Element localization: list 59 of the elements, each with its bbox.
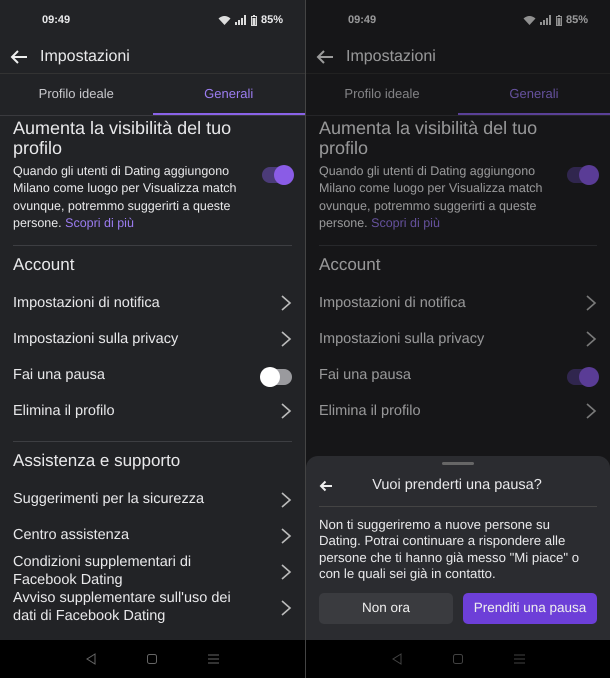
chevron-right-icon[interactable]: [280, 526, 292, 545]
battery-icon: [556, 14, 562, 26]
menu-item[interactable]: Elimina il profilo: [13, 402, 115, 420]
wifi-icon: [218, 15, 231, 25]
setting-label: Fai una pausa: [319, 366, 411, 384]
back-icon[interactable]: [86, 653, 96, 665]
section-heading: Account: [319, 254, 382, 276]
menu-item[interactable]: Impostazioni di notifica: [13, 294, 160, 312]
signal-icon: [540, 15, 552, 25]
setting-label: Fai una pausa: [13, 366, 105, 384]
cancel-button[interactable]: Non ora: [319, 592, 453, 624]
chevron-right-icon[interactable]: [585, 294, 597, 312]
battery-icon: [250, 14, 257, 26]
battery-percent: 85%: [260, 12, 283, 28]
section-heading: Assistenza e supporto: [13, 450, 182, 472]
menu-item[interactable]: Elimina il profilo: [319, 402, 421, 420]
menu-item[interactable]: Centro assistenza: [13, 527, 130, 545]
page-title: Impostazioni: [346, 46, 436, 66]
menu-item[interactable]: Condizioni supplementari di Facebook Dating: [13, 554, 235, 590]
menu-item[interactable]: Impostazioni di notifica: [319, 294, 466, 312]
toggle-switch[interactable]: [567, 166, 597, 183]
status-time: 09:49: [42, 12, 70, 28]
home-icon[interactable]: [146, 654, 157, 664]
toggle-switch[interactable]: [262, 369, 292, 386]
tab[interactable]: Profilo ideale: [306, 74, 458, 114]
learn-more-link[interactable]: Scopri di più: [65, 216, 134, 230]
chevron-right-icon[interactable]: [280, 294, 292, 312]
drag-handle[interactable]: [442, 462, 474, 465]
chevron-right-icon[interactable]: [280, 402, 292, 420]
menu-item[interactable]: Impostazioni sulla privacy: [13, 330, 178, 348]
chevron-right-icon[interactable]: [280, 490, 292, 509]
status-time: 09:49: [348, 12, 376, 28]
chevron-right-icon[interactable]: [585, 330, 597, 348]
description-text: Quando gli utenti di Dating aggiungono Milano come luogo per Visualizza match ovunque, potremmo suggerirti a queste persone. Scopri di più: [319, 162, 544, 232]
tab[interactable]: Profilo ideale: [0, 74, 152, 114]
signal-icon: [234, 15, 247, 25]
back-arrow-icon[interactable]: [10, 50, 28, 64]
toggle-switch[interactable]: [567, 369, 597, 386]
chevron-right-icon[interactable]: [280, 330, 292, 348]
back-arrow-icon[interactable]: [319, 480, 333, 492]
menu-icon[interactable]: [208, 654, 220, 664]
menu-item[interactable]: Suggerimenti per la sicurezza: [13, 491, 204, 509]
section-title: Aumenta la visibilità del tuo profilo: [13, 118, 232, 159]
sheet-text: Non ti suggeriremo a nuove persone su Dating. Potrai continuare a rispondere alle persone che ti hanno già messo "Mi piace" o con le quali sei già in contatto.: [319, 516, 580, 583]
chevron-right-icon[interactable]: [585, 402, 597, 420]
wifi-icon: [522, 15, 536, 25]
back-arrow-icon[interactable]: [316, 50, 334, 64]
toggle-switch[interactable]: [262, 166, 292, 183]
sheet-title: Vuoi prenderti una pausa?: [371, 476, 543, 495]
section-title: Aumenta la visibilità del tuo profilo: [319, 118, 538, 159]
chevron-right-icon[interactable]: [280, 598, 292, 617]
page-title: Impostazioni: [40, 46, 130, 66]
menu-item[interactable]: Avviso supplementare sull'uso dei dati di Facebook Dating: [13, 590, 235, 626]
section-heading: Account: [13, 254, 76, 276]
chevron-right-icon[interactable]: [280, 562, 292, 581]
description-text: Quando gli utenti di Dating aggiungono Milano come luogo per Visualizza match ovunque, potremmo suggerirti a queste persone. Scopri di più: [13, 162, 238, 232]
menu-item[interactable]: Impostazioni sulla privacy: [319, 330, 484, 348]
confirm-button[interactable]: Prenditi una pausa: [463, 592, 597, 624]
battery-percent: 85%: [566, 12, 588, 28]
